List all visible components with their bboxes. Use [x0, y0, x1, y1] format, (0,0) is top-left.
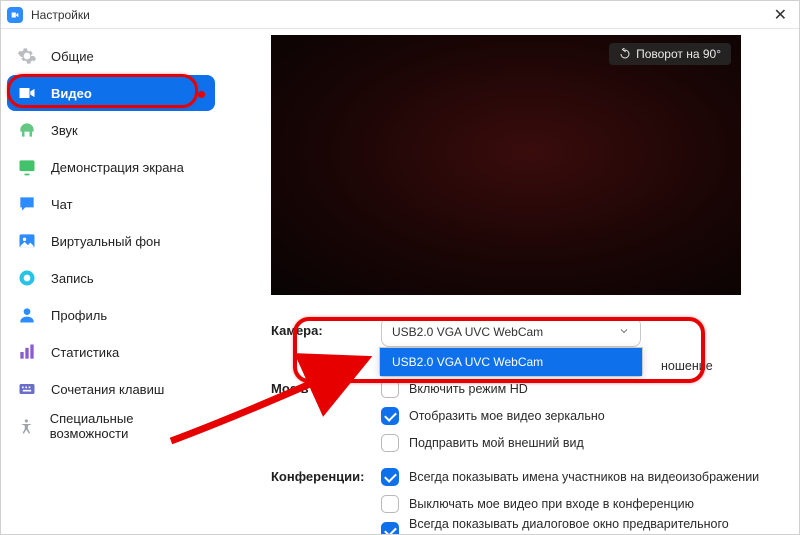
camera-icon — [17, 83, 37, 103]
opt-mirror-label: Отобразить мое видео зеркально — [409, 409, 605, 423]
sidebar-item-label: Сочетания клавиш — [51, 382, 164, 397]
sidebar: Общие Видео Звук Демонстрация экрана Чат… — [1, 29, 221, 534]
sidebar-item-label: Чат — [51, 197, 73, 212]
camera-selected-value: USB2.0 VGA UVC WebCam — [392, 325, 543, 339]
sidebar-item-statistics[interactable]: Статистика — [7, 334, 215, 370]
checkbox-touchup[interactable] — [381, 434, 399, 452]
video-preview: Поворот на 90° — [271, 35, 741, 295]
record-icon — [17, 268, 37, 288]
app-icon — [7, 7, 23, 23]
sidebar-item-virtual-bg[interactable]: Виртуальный фон — [7, 223, 215, 259]
camera-label: Камера: — [271, 317, 381, 338]
sidebar-item-share-screen[interactable]: Демонстрация экрана — [7, 149, 215, 185]
sidebar-item-label: Статистика — [51, 345, 119, 360]
sidebar-item-label: Специальные возможности — [50, 411, 205, 441]
sidebar-item-accessibility[interactable]: Специальные возможности — [7, 408, 215, 444]
sidebar-item-label: Общие — [51, 49, 94, 64]
titlebar: Настройки ✕ — [1, 1, 799, 29]
sidebar-item-audio[interactable]: Звук — [7, 112, 215, 148]
rotate-label: Поворот на 90° — [636, 47, 721, 61]
my-video-label: Мое в — [271, 375, 381, 396]
sidebar-item-video[interactable]: Видео — [7, 75, 215, 111]
sidebar-item-label: Виртуальный фон — [51, 234, 160, 249]
headphones-icon — [17, 120, 37, 140]
sidebar-item-shortcuts[interactable]: Сочетания клавиш — [7, 371, 215, 407]
chevron-down-icon — [618, 325, 630, 340]
keyboard-icon — [17, 379, 37, 399]
checkbox-mute-on-join[interactable] — [381, 495, 399, 513]
sidebar-item-general[interactable]: Общие — [7, 38, 215, 74]
user-icon — [17, 305, 37, 325]
opt-hd-label: Включить режим HD — [409, 382, 528, 396]
opt-dialog-label: Всегда показывать диалоговое окно предва… — [409, 517, 769, 534]
camera-select[interactable]: USB2.0 VGA UVC WebCam — [381, 317, 641, 347]
opt-show-names-label: Всегда показывать имена участников на ви… — [409, 470, 759, 484]
sidebar-item-label: Звук — [51, 123, 78, 138]
rotate-button[interactable]: Поворот на 90° — [609, 43, 731, 65]
opt-mute-label: Выключать мое видео при входе в конферен… — [409, 497, 694, 511]
opt-touchup-label: Подправить мой внешний вид — [409, 436, 584, 450]
sidebar-item-label: Демонстрация экрана — [51, 160, 184, 175]
sidebar-item-label: Видео — [51, 86, 92, 101]
partial-ratio-text: ношение — [661, 359, 713, 373]
accessibility-icon — [17, 416, 36, 436]
sidebar-item-profile[interactable]: Профиль — [7, 297, 215, 333]
content-pane: Поворот на 90° Камера: USB2.0 VGA UVC We… — [221, 29, 799, 534]
window-title: Настройки — [31, 8, 90, 22]
meetings-label: Конференции: — [271, 463, 381, 484]
sidebar-item-recording[interactable]: Запись — [7, 260, 215, 296]
camera-dropdown-option[interactable]: USB2.0 VGA UVC WebCam — [380, 348, 642, 376]
close-button[interactable]: ✕ — [768, 5, 793, 25]
chat-icon — [17, 194, 37, 214]
sidebar-item-chat[interactable]: Чат — [7, 186, 215, 222]
checkbox-hd[interactable] — [381, 380, 399, 398]
checkbox-show-dialog[interactable] — [381, 522, 399, 534]
camera-dropdown: USB2.0 VGA UVC WebCam — [379, 347, 643, 377]
share-screen-icon — [17, 157, 37, 177]
rotate-icon — [619, 48, 631, 60]
checkbox-mirror[interactable] — [381, 407, 399, 425]
image-icon — [17, 231, 37, 251]
sidebar-item-label: Профиль — [51, 308, 107, 323]
sidebar-item-label: Запись — [51, 271, 94, 286]
stats-icon — [17, 342, 37, 362]
gear-icon — [17, 46, 37, 66]
checkbox-show-names[interactable] — [381, 468, 399, 486]
